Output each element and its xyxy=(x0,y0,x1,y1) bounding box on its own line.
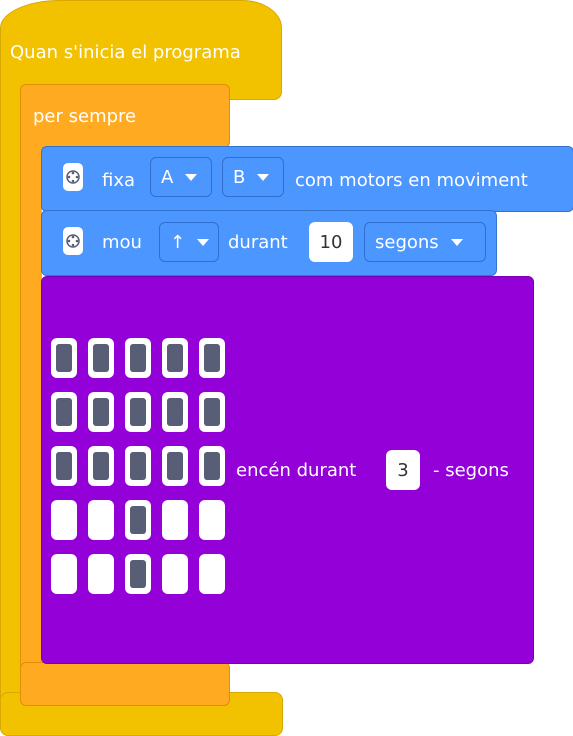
led-cell-off[interactable] xyxy=(199,554,225,594)
direction-value: ↑ xyxy=(170,231,186,253)
motor-b-value: B xyxy=(233,166,246,188)
led-matrix[interactable] xyxy=(51,338,231,608)
led-cell-on[interactable] xyxy=(199,392,225,432)
led-cell-on[interactable] xyxy=(51,392,77,432)
move-unit-value: segons xyxy=(375,231,439,253)
display-label: encén durant xyxy=(236,460,357,481)
robot-icon xyxy=(63,227,83,255)
set-motors-suffix: com motors en moviment xyxy=(295,170,528,191)
led-cell-on[interactable] xyxy=(88,446,114,486)
led-cell-on[interactable] xyxy=(125,338,151,378)
chevron-down-icon xyxy=(450,238,463,246)
led-cell-on[interactable] xyxy=(51,446,77,486)
chevron-down-icon xyxy=(257,173,270,181)
move-label: mou xyxy=(102,232,142,253)
led-cell-on[interactable] xyxy=(51,338,77,378)
led-cell-on[interactable] xyxy=(162,338,188,378)
led-cell-on[interactable] xyxy=(162,392,188,432)
move-unit-dropdown[interactable]: segons xyxy=(364,222,486,262)
forever-block-label: per sempre xyxy=(33,106,137,127)
robot-icon xyxy=(63,163,83,191)
move-middle-label: durant xyxy=(228,232,288,253)
led-cell-on[interactable] xyxy=(162,446,188,486)
motor-b-dropdown[interactable]: B xyxy=(222,157,284,197)
motor-a-value: A xyxy=(161,166,174,188)
direction-dropdown[interactable]: ↑ xyxy=(159,222,219,262)
led-cell-on[interactable] xyxy=(125,446,151,486)
led-cell-on[interactable] xyxy=(125,500,151,540)
display-unit-label: - segons xyxy=(433,460,509,481)
led-cell-off[interactable] xyxy=(51,554,77,594)
led-cell-on[interactable] xyxy=(125,392,151,432)
forever-block-spine xyxy=(20,140,42,696)
hat-block-label: Quan s'inicia el programa xyxy=(10,42,241,63)
led-cell-on[interactable] xyxy=(125,554,151,594)
hat-block-spine xyxy=(0,80,22,720)
forever-block-foot xyxy=(20,662,230,706)
led-cell-off[interactable] xyxy=(199,500,225,540)
led-cell-off[interactable] xyxy=(162,500,188,540)
display-duration-input[interactable]: 3 xyxy=(386,450,420,490)
led-cell-on[interactable] xyxy=(88,392,114,432)
led-cell-off[interactable] xyxy=(162,554,188,594)
led-cell-off[interactable] xyxy=(88,500,114,540)
motor-a-dropdown[interactable]: A xyxy=(150,157,212,197)
led-cell-on[interactable] xyxy=(88,338,114,378)
led-cell-on[interactable] xyxy=(199,338,225,378)
led-cell-off[interactable] xyxy=(88,554,114,594)
chevron-down-icon xyxy=(185,173,198,181)
chevron-down-icon xyxy=(197,238,210,246)
set-motors-label: fixa xyxy=(102,170,136,191)
move-duration-input[interactable]: 10 xyxy=(309,222,353,262)
led-cell-on[interactable] xyxy=(199,446,225,486)
led-cell-off[interactable] xyxy=(51,500,77,540)
